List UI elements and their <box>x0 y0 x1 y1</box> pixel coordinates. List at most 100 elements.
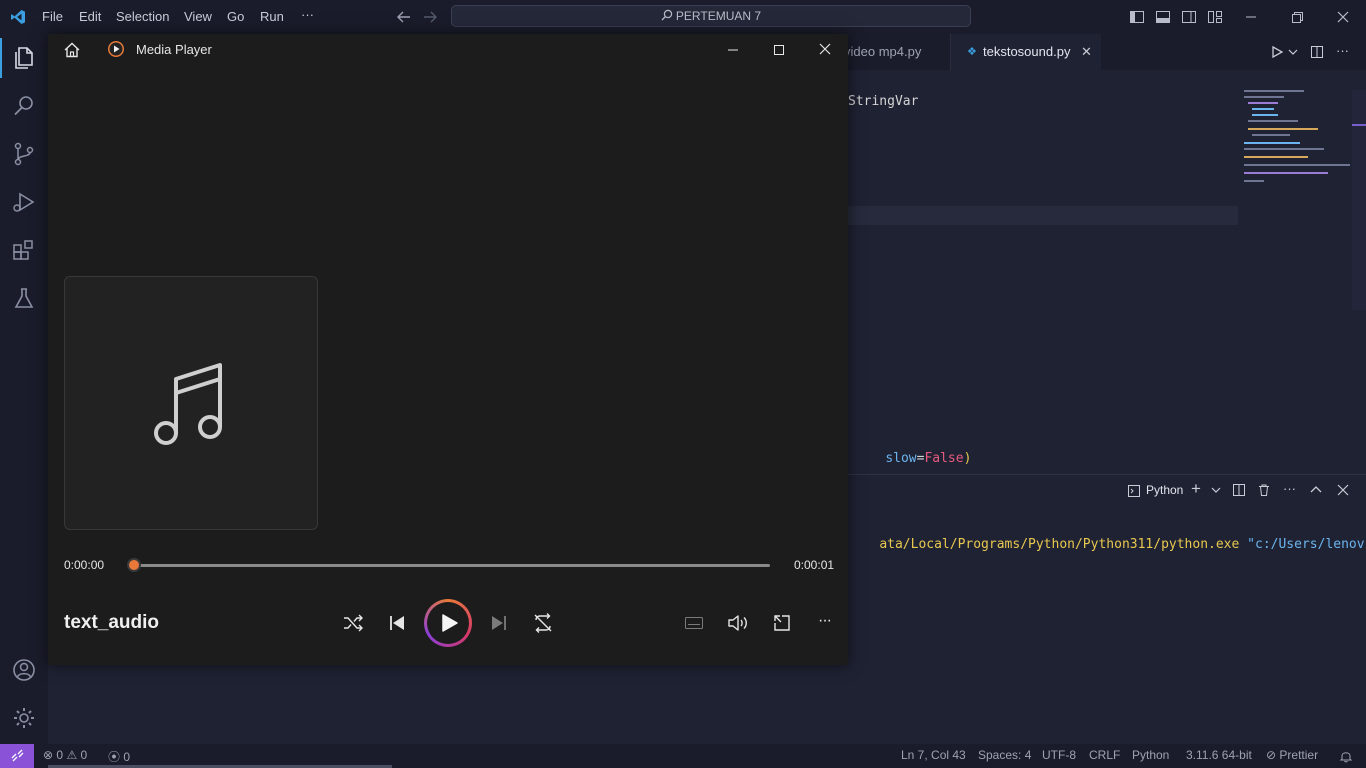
encoding[interactable]: UTF-8 <box>1042 748 1076 762</box>
terminal-name[interactable]: Python <box>1146 483 1183 497</box>
menu-edit[interactable]: Edit <box>79 9 101 24</box>
menu-view[interactable]: View <box>184 9 212 24</box>
menu-file[interactable]: File <box>42 9 63 24</box>
problems-indicator[interactable]: ⊗ 0 ⚠ 0 <box>43 748 87 762</box>
language-mode[interactable]: Python <box>1132 748 1169 762</box>
player-close-icon[interactable] <box>818 42 832 56</box>
close-window-icon[interactable] <box>1336 10 1350 24</box>
indentation[interactable]: Spaces: 4 <box>978 748 1031 762</box>
remote-indicator[interactable] <box>0 744 34 768</box>
menu-run[interactable]: Run <box>260 9 284 24</box>
close-panel-icon[interactable] <box>1337 484 1349 496</box>
warning-count: 0 <box>80 748 88 762</box>
close-tab-icon[interactable]: ✕ <box>1081 34 1092 70</box>
terminal-dropdown-chevron-icon[interactable] <box>1211 486 1221 494</box>
cursor-position[interactable]: Ln 7, Col 43 <box>901 748 966 762</box>
player-minimize-icon[interactable] <box>726 43 740 57</box>
kill-terminal-trash-icon[interactable] <box>1257 483 1271 497</box>
vscode-logo-icon <box>11 10 25 24</box>
tab-tekstosound[interactable]: ❖ tekstosound.py ✕ <box>951 34 1101 70</box>
album-art <box>64 276 318 530</box>
menu-go[interactable]: Go <box>227 9 244 24</box>
prettier-icon: ⊘ <box>1266 748 1277 762</box>
play-button[interactable] <box>424 599 472 647</box>
source-control-icon[interactable] <box>10 140 38 168</box>
ports-indicator[interactable]: ⦿ 0 <box>108 748 130 765</box>
chevron-down-icon[interactable] <box>1288 48 1298 56</box>
restore-icon[interactable] <box>1290 10 1304 24</box>
forward-arrow-icon[interactable] <box>422 10 438 24</box>
editor-tabs: video mp4.py ❖ tekstosound.py ✕ ··· <box>848 34 1366 70</box>
explorer-icon[interactable] <box>10 44 38 72</box>
search-sidebar-icon[interactable] <box>10 92 38 120</box>
testing-flask-icon[interactable] <box>10 284 38 312</box>
menu-more[interactable]: ··· <box>301 7 314 22</box>
media-player-window: Media Player 0:00:00 0:00:01 text_audio <box>48 34 848 665</box>
current-time: 0:00:00 <box>64 558 105 572</box>
home-icon[interactable] <box>63 41 81 59</box>
menu-selection[interactable]: Selection <box>116 9 169 24</box>
previous-track-icon[interactable] <box>382 608 412 638</box>
command-center-search[interactable]: PERTEMUAN 7 <box>451 5 971 27</box>
minimize-icon[interactable] <box>1244 10 1258 24</box>
code-editor[interactable]: StringVar slow=False) <box>848 70 1366 474</box>
run-file-icon[interactable] <box>1270 45 1284 59</box>
volume-icon[interactable] <box>723 608 753 638</box>
run-debug-icon[interactable] <box>10 188 38 216</box>
toggle-secondary-sidebar-icon[interactable] <box>1181 9 1197 25</box>
activity-bar <box>0 34 48 744</box>
track-title: text_audio <box>64 612 160 633</box>
player-more-options-icon[interactable]: ··· <box>818 612 832 630</box>
python-interpreter[interactable]: 3.11.6 64-bit <box>1186 748 1252 762</box>
tab-video-mp4[interactable]: video mp4.py <box>848 34 951 70</box>
mini-player-icon[interactable] <box>767 608 797 638</box>
terminal-script-arg: "c:/Users/lenov <box>1247 537 1365 552</box>
play-icon <box>442 614 458 632</box>
toggle-panel-icon[interactable] <box>1155 9 1171 25</box>
maximize-panel-chevron-up-icon[interactable] <box>1310 485 1322 495</box>
total-time: 0:00:01 <box>794 558 835 572</box>
code-false: False <box>924 451 964 466</box>
terminal-panel: Python + ··· ata/Local/Programs/Python/P… <box>848 474 1366 745</box>
code-kwarg: slow <box>885 451 917 466</box>
prettier-status[interactable]: ⊘ Prettier <box>1266 748 1318 762</box>
accounts-icon[interactable] <box>10 656 38 684</box>
end-of-line[interactable]: CRLF <box>1089 748 1120 762</box>
search-icon <box>661 9 673 21</box>
customize-layout-icon[interactable] <box>1207 9 1223 25</box>
terminal-python-path: ata/Local/Programs/Python/Python311/pyth… <box>879 537 1248 552</box>
seek-bar[interactable] <box>134 564 770 567</box>
captions-icon[interactable] <box>679 608 709 638</box>
code-paren: ) <box>963 451 972 466</box>
search-text: PERTEMUAN 7 <box>675 9 762 23</box>
terminal-icon <box>1128 485 1140 497</box>
vscode-titlebar: File Edit Selection View Go Run ··· PERT… <box>0 0 1366 34</box>
notifications-bell-icon[interactable] <box>1339 749 1353 763</box>
repeat-off-icon[interactable] <box>528 608 558 638</box>
error-count: 0 <box>56 748 64 762</box>
more-actions-icon[interactable]: ··· <box>1336 43 1349 58</box>
panel-more-icon[interactable]: ··· <box>1283 481 1296 496</box>
manage-gear-icon[interactable] <box>10 704 38 732</box>
split-editor-icon[interactable] <box>1310 45 1324 59</box>
media-player-logo-icon <box>108 41 124 57</box>
split-terminal-icon[interactable] <box>1232 483 1246 497</box>
extensions-icon[interactable] <box>10 236 38 264</box>
seek-handle[interactable] <box>127 558 141 572</box>
new-terminal-plus-icon[interactable]: + <box>1191 479 1201 499</box>
prettier-label: Prettier <box>1279 748 1319 762</box>
editor-scrollbar[interactable] <box>1352 90 1366 310</box>
terminal-command-line[interactable]: ata/Local/Programs/Python/Python311/pyth… <box>848 522 1365 567</box>
tab-label: video mp4.py <box>848 44 922 59</box>
back-arrow-icon[interactable] <box>396 10 412 24</box>
shuffle-icon[interactable] <box>338 608 368 638</box>
toggle-primary-sidebar-icon[interactable] <box>1129 9 1145 25</box>
ports-antenna-icon: ⦿ <box>108 750 121 764</box>
player-maximize-icon[interactable] <box>772 43 786 57</box>
next-track-icon[interactable] <box>484 608 514 638</box>
minimap[interactable] <box>1244 90 1354 190</box>
music-note-icon <box>154 363 222 445</box>
python-file-icon: ❖ <box>967 46 977 58</box>
remote-icon <box>11 749 24 762</box>
warning-icon: ⚠ <box>66 748 78 762</box>
